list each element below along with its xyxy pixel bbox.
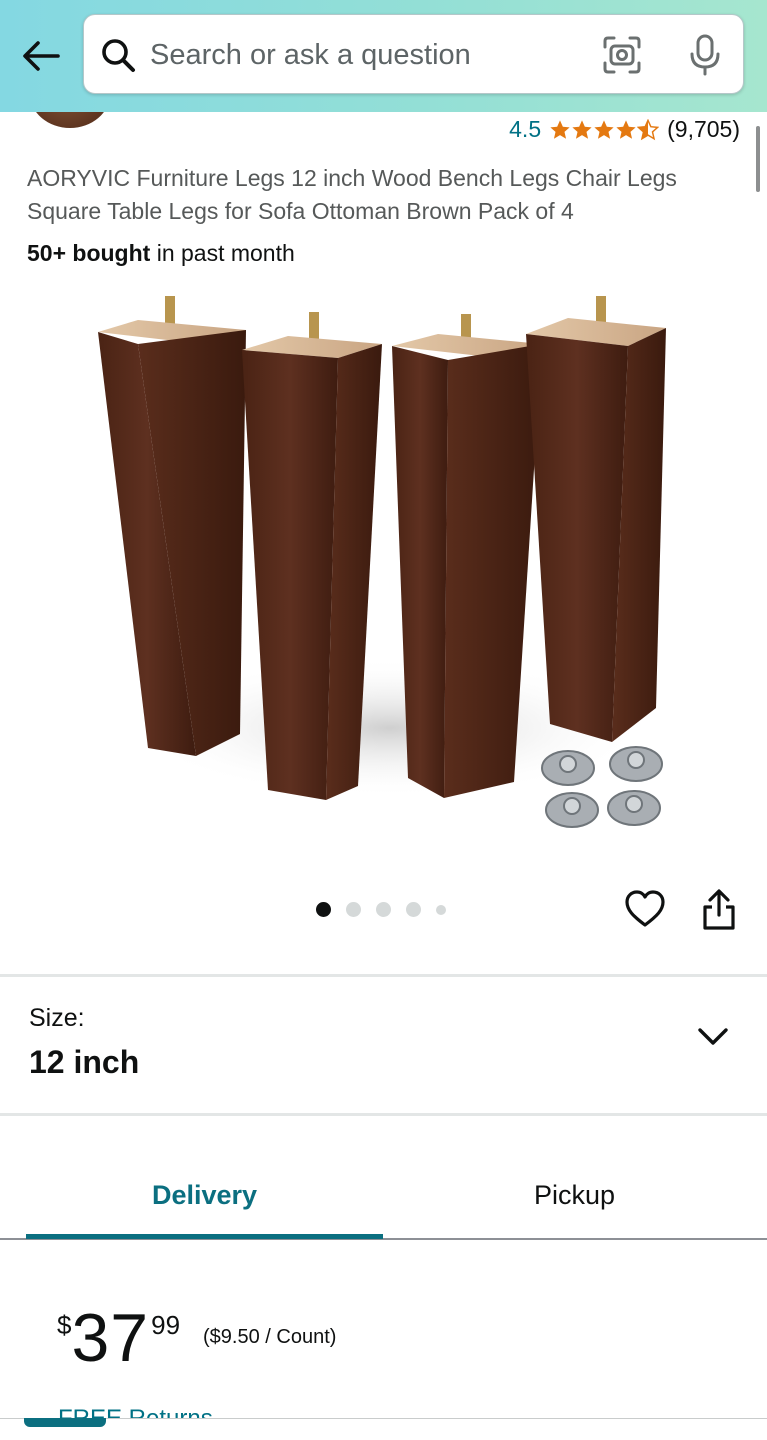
tab-delivery[interactable]: Delivery [26, 1150, 383, 1240]
star-icon [594, 119, 614, 139]
bought-count: 50+ bought [27, 240, 151, 266]
product-title: AORYVIC Furniture Legs 12 inch Wood Benc… [27, 165, 677, 224]
bottom-tab-indicator [24, 1418, 106, 1427]
rating-row[interactable]: 4.5 (9,705) [509, 116, 740, 143]
bottom-bar [0, 1418, 767, 1440]
price: $ 37 99 [57, 1300, 180, 1376]
bought-suffix: in past month [150, 240, 295, 266]
microphone-icon[interactable] [685, 33, 725, 77]
furniture-leg [98, 296, 246, 756]
section-divider [0, 974, 767, 977]
tab-pickup[interactable]: Pickup [383, 1150, 766, 1240]
carousel-dot[interactable] [406, 902, 421, 917]
top-search-bar [0, 0, 767, 112]
back-arrow-icon [23, 41, 60, 71]
search-input[interactable] [150, 35, 580, 75]
rating-count: (9,705) [667, 116, 740, 142]
carousel-dot[interactable] [346, 902, 361, 917]
chevron-down-icon[interactable] [694, 1020, 732, 1054]
carousel-dot[interactable] [436, 904, 446, 915]
furniture-leg [526, 296, 666, 742]
unit-price: ($9.50 / Count) [203, 1326, 337, 1348]
size-label: Size: [29, 1004, 85, 1032]
active-tab-indicator [26, 1234, 383, 1239]
product-image[interactable] [90, 288, 680, 848]
price-whole: 37 [71, 1300, 150, 1376]
star-rating [549, 118, 660, 141]
price-fraction: 99 [151, 1310, 181, 1340]
carousel-dot[interactable] [376, 902, 391, 917]
price-currency-symbol: $ [57, 1310, 72, 1340]
carousel-dot-active[interactable] [316, 902, 331, 917]
image-carousel-dots[interactable] [316, 902, 446, 917]
star-icon [550, 119, 570, 139]
star-icon [572, 119, 592, 139]
back-button[interactable] [18, 34, 64, 78]
bought-in-past-month: 50+ bought in past month [27, 240, 295, 267]
scrollbar [756, 126, 760, 192]
heart-icon[interactable] [623, 887, 667, 931]
rating-value: 4.5 [509, 116, 542, 142]
star-icon [616, 119, 636, 139]
share-icon[interactable] [698, 888, 740, 932]
search-icon [102, 39, 135, 72]
size-value: 12 inch [29, 1044, 140, 1080]
half-star-icon [637, 118, 660, 140]
camera-lens-icon[interactable] [602, 35, 642, 75]
search-box[interactable] [83, 14, 744, 94]
section-divider [0, 1113, 767, 1116]
